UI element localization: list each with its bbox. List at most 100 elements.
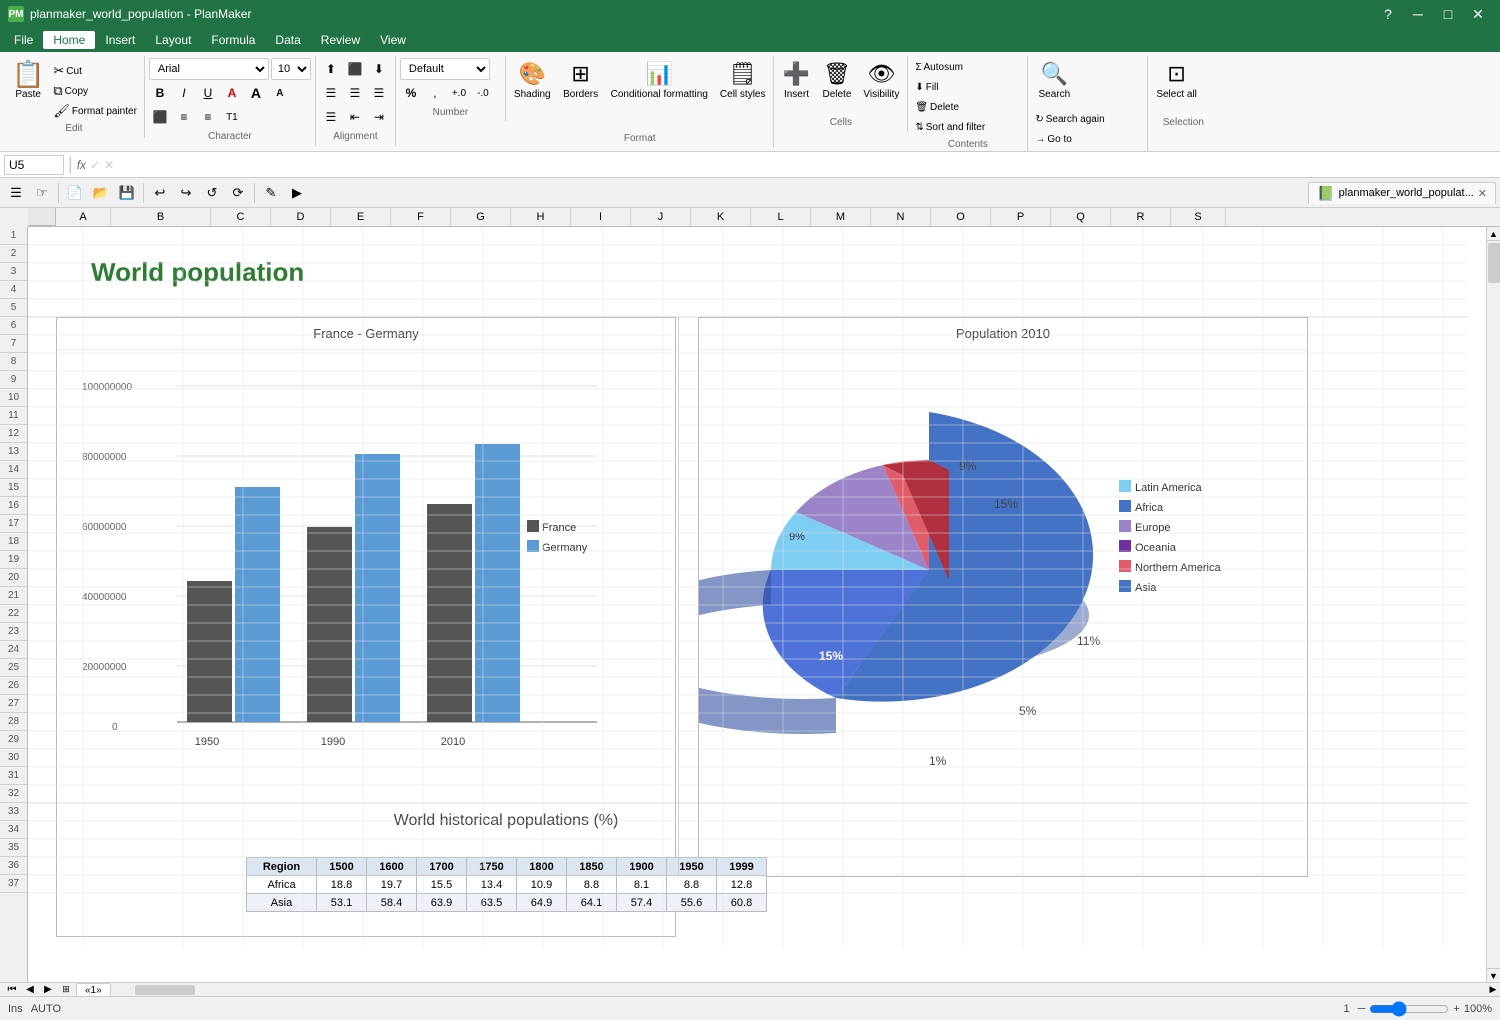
redo2-btn[interactable]: ⟳: [226, 181, 250, 205]
paste-button[interactable]: 📋 Paste: [8, 58, 48, 120]
close-btn[interactable]: ✕: [1464, 0, 1492, 28]
cell-asia-1600: 58.4: [367, 894, 417, 912]
sheet-tab-1[interactable]: «1»: [76, 983, 111, 997]
cut-button[interactable]: ✂ Cut: [50, 62, 140, 80]
save-btn[interactable]: 💾: [115, 181, 139, 205]
formula-input[interactable]: [118, 158, 1496, 172]
decimal-inc-button[interactable]: +.0: [448, 82, 470, 104]
draw-btn[interactable]: ✎: [259, 181, 283, 205]
italic-button[interactable]: I: [173, 82, 195, 104]
cell-reference-input[interactable]: [4, 155, 64, 175]
spreadsheet-content[interactable]: World population France - Germany 100000…: [28, 227, 1486, 982]
menu-home[interactable]: Home: [43, 31, 95, 49]
new-btn[interactable]: 📄: [63, 181, 87, 205]
font-family-select[interactable]: Arial: [149, 58, 269, 80]
zoom-slider[interactable]: [1369, 1001, 1449, 1017]
scroll-up-btn[interactable]: ▲: [1487, 227, 1500, 241]
indent-dec-button[interactable]: ⇤: [344, 106, 366, 128]
top-align-button[interactable]: ⬆: [320, 58, 342, 80]
menu-insert[interactable]: Insert: [95, 31, 145, 49]
historical-title: World historical populations (%): [56, 803, 956, 839]
horizontal-scrollbar[interactable]: ⏮ ◀ ▶ ⊞ «1» ▶: [0, 982, 1500, 996]
left-align-button[interactable]: ☰: [320, 82, 342, 104]
fill-button[interactable]: ⬇ Fill: [912, 78, 941, 96]
bot-align-button[interactable]: ⬇: [368, 58, 390, 80]
redo-btn[interactable]: ↪: [174, 181, 198, 205]
format-painter-button[interactable]: 🖌 Format painter: [50, 102, 140, 120]
menu-data[interactable]: Data: [265, 31, 310, 49]
menu-file[interactable]: File: [4, 31, 43, 49]
h-scroll-right-btn[interactable]: ▶: [1486, 983, 1500, 997]
menu-view[interactable]: View: [370, 31, 416, 49]
minimize-btn[interactable]: ─: [1404, 0, 1432, 28]
number-format-select[interactable]: Default: [400, 58, 490, 80]
bold-button[interactable]: B: [149, 82, 171, 104]
file-tab[interactable]: 📗 planmaker_world_populat... ✕: [1308, 182, 1496, 204]
font-size-select[interactable]: 10: [271, 58, 311, 80]
menu-icon[interactable]: ☰: [4, 181, 28, 205]
menu-layout[interactable]: Layout: [145, 31, 201, 49]
mid-align-button[interactable]: ⬛: [344, 58, 366, 80]
menu-review[interactable]: Review: [311, 31, 370, 49]
increase-size-button[interactable]: A: [245, 82, 267, 104]
undo2-btn[interactable]: ↺: [200, 181, 224, 205]
h-scroll-thumb[interactable]: [135, 985, 195, 995]
rh-28: 28: [0, 713, 27, 731]
pointer-btn[interactable]: ☞: [30, 181, 54, 205]
go-to-button[interactable]: → Go to: [1032, 130, 1074, 148]
scroll-thumb[interactable]: [1488, 243, 1500, 283]
t1-button[interactable]: T1: [221, 106, 243, 128]
delete-cell-button[interactable]: 🗑 Delete: [818, 58, 855, 114]
autosum-button[interactable]: Σ Autosum: [912, 58, 966, 76]
shading-button[interactable]: 🎨 Shading: [510, 58, 555, 114]
chart2-container[interactable]: Population 2010: [698, 317, 1308, 877]
search-again-button[interactable]: ↻ Search again: [1032, 110, 1107, 128]
file-tab-close[interactable]: ✕: [1478, 187, 1487, 200]
insert-button[interactable]: ➕ Insert: [778, 58, 814, 114]
cell-asia-1999: 60.8: [717, 894, 767, 912]
sheet-first-btn[interactable]: ⏮: [4, 984, 20, 996]
selection-label: Selection: [1152, 114, 1214, 130]
align-left-button[interactable]: ⬛: [149, 106, 171, 128]
window-controls[interactable]: ? ─ □ ✕: [1374, 0, 1492, 28]
borders-button[interactable]: ⊞ Borders: [559, 58, 603, 114]
chart1-container[interactable]: France - Germany 100000000 80000000 6000…: [56, 317, 676, 937]
undo-btn[interactable]: ↩: [148, 181, 172, 205]
chart2-title: Population 2010: [699, 318, 1307, 350]
zoom-out-btn[interactable]: ─: [1358, 1003, 1366, 1015]
help-btn[interactable]: ?: [1374, 0, 1402, 28]
vertical-scrollbar[interactable]: ▲ ▼: [1486, 227, 1500, 982]
sheet-tab-menu-btn[interactable]: ⊞: [58, 984, 74, 996]
rh-23: 23: [0, 623, 27, 641]
search-button[interactable]: 🔍 Search: [1032, 58, 1076, 108]
center-align-button[interactable]: ☰: [344, 82, 366, 104]
underline-button[interactable]: U: [197, 82, 219, 104]
auto-mode: AUTO: [31, 1003, 61, 1015]
decrease-size-button[interactable]: A: [269, 82, 291, 104]
right-align-button[interactable]: ☰: [368, 82, 390, 104]
open-btn[interactable]: 📂: [89, 181, 113, 205]
align-right-button[interactable]: ≡: [197, 106, 219, 128]
zoom-in-btn[interactable]: +: [1453, 1003, 1459, 1015]
conditional-formatting-button[interactable]: 📊 Conditional formatting: [607, 58, 712, 114]
sheet-prev-btn[interactable]: ◀: [22, 984, 38, 996]
thousands-button[interactable]: ,: [424, 82, 446, 104]
run-btn[interactable]: ▶: [285, 181, 309, 205]
visibility-button[interactable]: 👁 Visibility: [859, 58, 903, 114]
percent-button[interactable]: %: [400, 82, 422, 104]
align-center-button[interactable]: ≡: [173, 106, 195, 128]
copy-button[interactable]: ⧉ Copy: [50, 82, 140, 100]
scroll-down-btn[interactable]: ▼: [1487, 968, 1500, 982]
sheet-next-btn[interactable]: ▶: [40, 984, 56, 996]
cell-asia-1900: 57.4: [617, 894, 667, 912]
maximize-btn[interactable]: □: [1434, 0, 1462, 28]
sort-filter-button[interactable]: ⇅ Sort and filter: [912, 118, 988, 136]
justify-button[interactable]: ☰: [320, 106, 342, 128]
cell-styles-button[interactable]: 🗒 Cell styles: [716, 58, 770, 114]
delete-contents-button[interactable]: 🗑 Delete: [912, 98, 962, 116]
font-color-button[interactable]: A: [221, 82, 243, 104]
decimal-dec-button[interactable]: -.0: [472, 82, 494, 104]
select-all-button[interactable]: ⊡ Select all: [1152, 58, 1201, 114]
indent-inc-button[interactable]: ⇥: [368, 106, 390, 128]
menu-formula[interactable]: Formula: [201, 31, 265, 49]
